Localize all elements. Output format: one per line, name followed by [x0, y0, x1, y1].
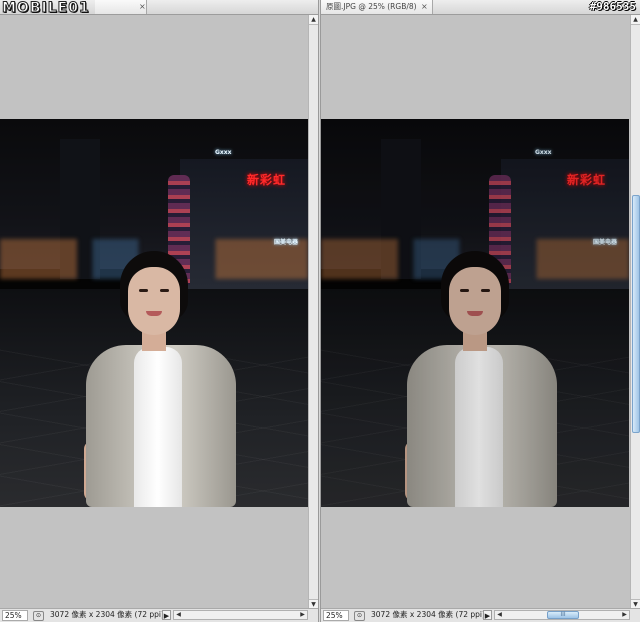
right-scroll-right-icon[interactable]: ▶ [620, 611, 629, 619]
left-canvas-area[interactable]: 新彩虹 Gxxx 国美电器 [0, 15, 308, 609]
right-tab-title: 原圖.JPG @ 25% (RGB/8) [326, 2, 417, 11]
left-store-sign: 国美电器 [274, 239, 299, 246]
right-info-icon[interactable]: ⊙ [354, 611, 365, 621]
right-document-window: 原圖.JPG @ 25% (RGB/8) × 新彩虹 Gxxx 国美电器 ▲ ▼… [321, 0, 640, 622]
left-photo: 新彩虹 Gxxx 国美电器 [0, 119, 308, 507]
right-document-tab[interactable]: 原圖.JPG @ 25% (RGB/8) [321, 0, 433, 14]
right-zoom-field[interactable]: 25% [323, 610, 349, 621]
left-building-sign: Gxxx [215, 149, 232, 156]
right-horizontal-scroll-thumb[interactable]: III [547, 611, 579, 619]
right-photo: 新彩虹 Gxxx 国美电器 [321, 119, 629, 507]
right-vertical-scroll-thumb[interactable] [632, 195, 640, 433]
left-document-info: 3072 像素 x 2304 像素 (72 ppi) [50, 610, 164, 619]
left-neon-sign: 新彩虹 [247, 173, 287, 187]
right-vertical-scrollbar[interactable]: ▲ ▼ [630, 15, 640, 609]
mobile01-logo: MOBILE01 [2, 0, 90, 17]
right-document-info: 3072 像素 x 2304 像素 (72 ppi) [371, 610, 485, 619]
left-tab-close-icon[interactable]: × [139, 0, 146, 14]
right-portrait-subject [397, 251, 567, 507]
right-horizontal-scrollbar[interactable]: ◀ III ▶ [494, 610, 630, 620]
right-canvas-area[interactable]: 新彩虹 Gxxx 国美电器 [321, 15, 630, 609]
left-zoom-field[interactable]: 25% [2, 610, 28, 621]
left-scroll-up-icon[interactable]: ▲ [309, 15, 318, 25]
left-scroll-right-icon[interactable]: ▶ [298, 611, 307, 619]
watermark-tag: #986535 [589, 0, 636, 13]
right-status-menu-icon[interactable]: ▶ [483, 610, 492, 620]
left-horizontal-scrollbar[interactable]: ◀ ▶ [173, 610, 308, 620]
left-vertical-scrollbar[interactable]: ▲ ▼ [308, 15, 318, 609]
left-status-menu-icon[interactable]: ▶ [162, 610, 171, 620]
right-building-sign: Gxxx [535, 149, 552, 156]
left-info-icon[interactable]: ⊙ [33, 611, 44, 621]
right-scroll-left-icon[interactable]: ◀ [495, 611, 504, 619]
right-neon-sign: 新彩虹 [567, 173, 607, 187]
right-store-sign: 国美电器 [593, 239, 618, 246]
left-scroll-left-icon[interactable]: ◀ [174, 611, 183, 619]
left-document-window: × 新彩虹 Gxxx 国美电器 ▲ ▼ 25% ⊙ 3072 像素 x 2304… [0, 0, 318, 622]
left-statusbar: 25% ⊙ 3072 像素 x 2304 像素 (72 ppi) ▶ ◀ ▶ [0, 608, 318, 622]
left-portrait-subject [76, 251, 246, 507]
right-tab-close-icon[interactable]: × [421, 0, 428, 14]
right-statusbar: 25% ⊙ 3072 像素 x 2304 像素 (72 ppi) ▶ ◀ III… [321, 608, 640, 622]
right-scroll-up-icon[interactable]: ▲ [631, 15, 640, 25]
